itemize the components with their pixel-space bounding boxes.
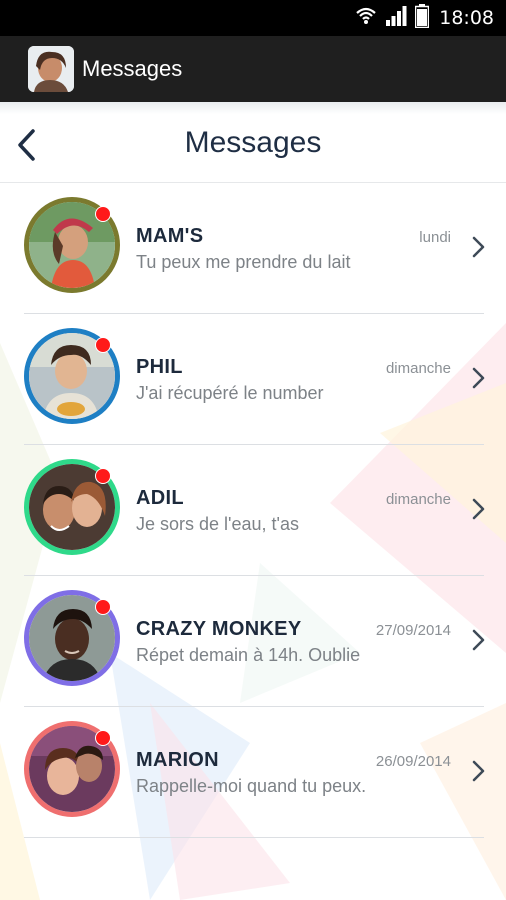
chevron-right-icon — [472, 760, 485, 782]
conversation-row[interactable]: MAM'S lundi Tu peux me prendre du lait — [0, 183, 506, 314]
wifi-icon — [355, 6, 377, 31]
contact-name: MAM'S — [136, 225, 204, 247]
contact-name: ADIL — [136, 487, 184, 509]
message-preview: Je sors de l'eau, t'as — [136, 514, 299, 534]
message-date: dimanche — [385, 491, 451, 508]
status-icons: 18:08 — [355, 0, 494, 36]
unread-indicator — [95, 730, 111, 746]
message-preview: Rappelle-moi quand tu peux. — [136, 776, 367, 796]
action-bar-title: Messages — [82, 56, 183, 81]
contact-name: CRAZY MONKEY — [136, 618, 302, 640]
signal-icon — [385, 5, 407, 32]
chevron-right-icon — [472, 367, 485, 389]
conversation-row[interactable]: PHIL dimanche J'ai récupéré le number — [0, 314, 506, 445]
conversation-row[interactable]: MARION 26/09/2014 Rappelle-moi quand tu … — [0, 707, 506, 838]
row-divider — [24, 837, 484, 838]
message-date: dimanche — [385, 360, 451, 377]
contact-name: MARION — [136, 749, 219, 771]
message-date: lundi — [419, 229, 451, 246]
unread-indicator — [95, 337, 111, 353]
chevron-right-icon — [472, 498, 485, 520]
chevron-right-icon — [472, 236, 485, 258]
status-time: 18:08 — [439, 7, 494, 29]
message-date: 27/09/2014 — [375, 622, 451, 639]
unread-indicator — [95, 599, 111, 615]
message-preview: Tu peux me prendre du lait — [136, 252, 351, 272]
contact-name: PHIL — [136, 356, 183, 378]
page-title: Messages — [184, 126, 322, 159]
message-date: 26/09/2014 — [375, 753, 451, 770]
battery-icon — [414, 3, 430, 33]
status-bar: 18:08 — [0, 0, 506, 36]
message-preview: Répet demain à 14h. Oublie — [136, 645, 361, 665]
conversation-row[interactable]: ADIL dimanche Je sors de l'eau, t'as — [0, 445, 506, 576]
message-preview: J'ai récupéré le number — [136, 383, 324, 403]
app-avatar-icon[interactable] — [28, 46, 74, 92]
action-bar: Messages — [0, 36, 506, 102]
conversation-row[interactable]: CRAZY MONKEY 27/09/2014 Répet demain à 1… — [0, 576, 506, 707]
unread-indicator — [95, 206, 111, 222]
page-header: Messages — [0, 112, 506, 182]
unread-indicator — [95, 468, 111, 484]
chevron-right-icon — [472, 629, 485, 651]
